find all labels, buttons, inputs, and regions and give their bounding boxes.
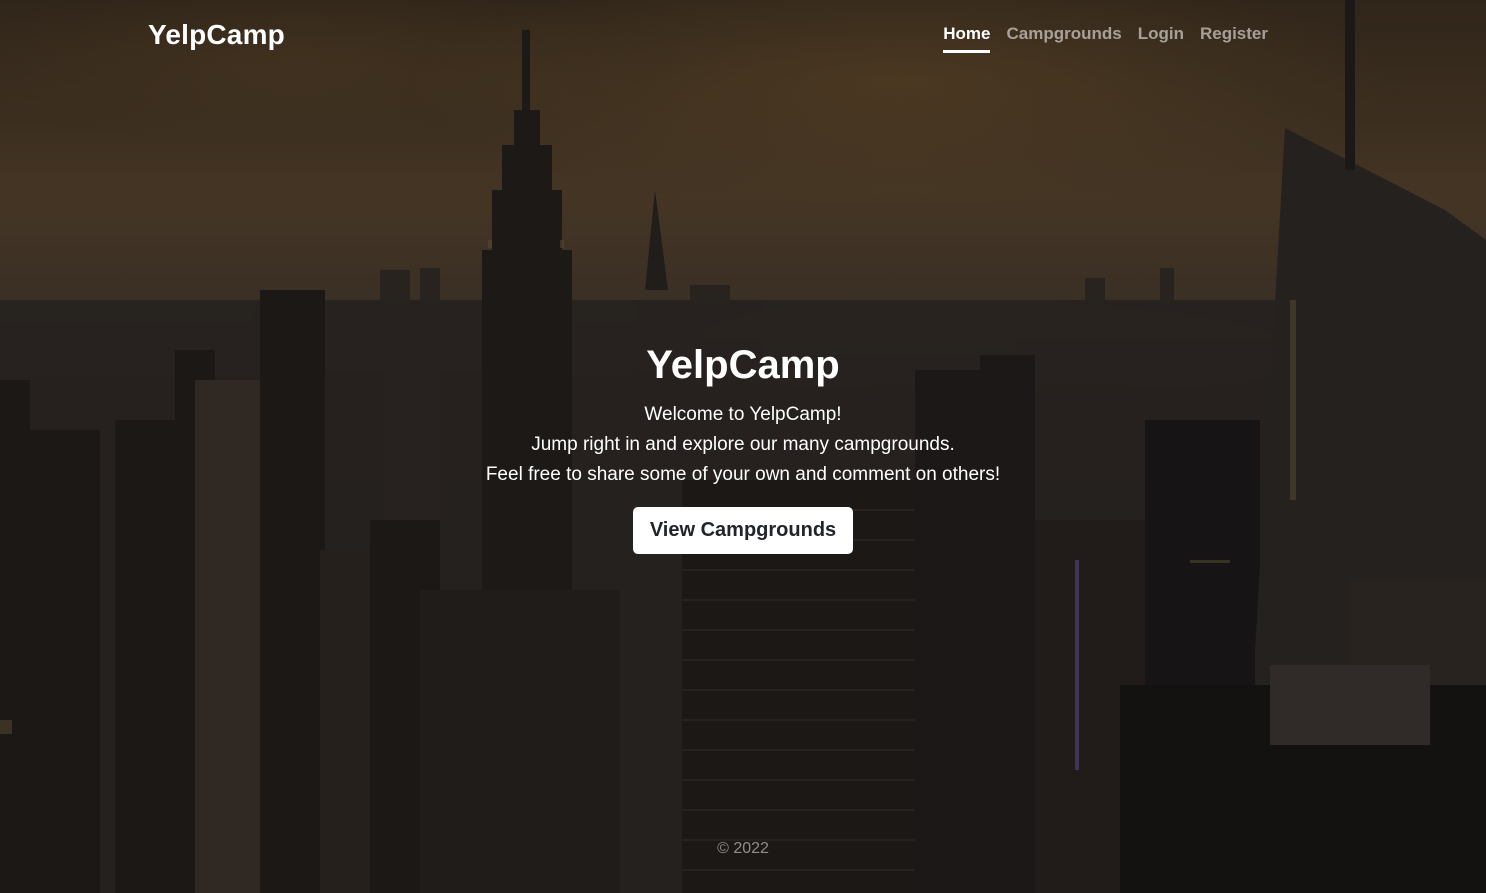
- hero-section: YelpCamp Welcome to YelpCamp! Jump right…: [0, 340, 1486, 554]
- site-header: YelpCamp Home Campgrounds Login Register: [148, 14, 1268, 56]
- nav-link-home[interactable]: Home: [943, 18, 991, 53]
- view-campgrounds-button[interactable]: View Campgrounds: [632, 507, 854, 554]
- hero-explore-text: Jump right in and explore our many campg…: [531, 434, 955, 455]
- hero-welcome-text: Welcome to YelpCamp!: [644, 404, 842, 425]
- hero-share-text: Feel free to share some of your own and …: [485, 464, 1001, 485]
- nav-link-login[interactable]: Login: [1138, 18, 1184, 53]
- hero-title: YelpCamp: [646, 343, 840, 387]
- nav-link-register[interactable]: Register: [1200, 18, 1268, 53]
- copyright-text: © 2022: [717, 840, 769, 857]
- nav-link-campgrounds[interactable]: Campgrounds: [1006, 18, 1121, 53]
- main-nav: Home Campgrounds Login Register: [943, 18, 1268, 53]
- brand-logo[interactable]: YelpCamp: [148, 19, 285, 51]
- site-footer: © 2022: [0, 840, 1486, 858]
